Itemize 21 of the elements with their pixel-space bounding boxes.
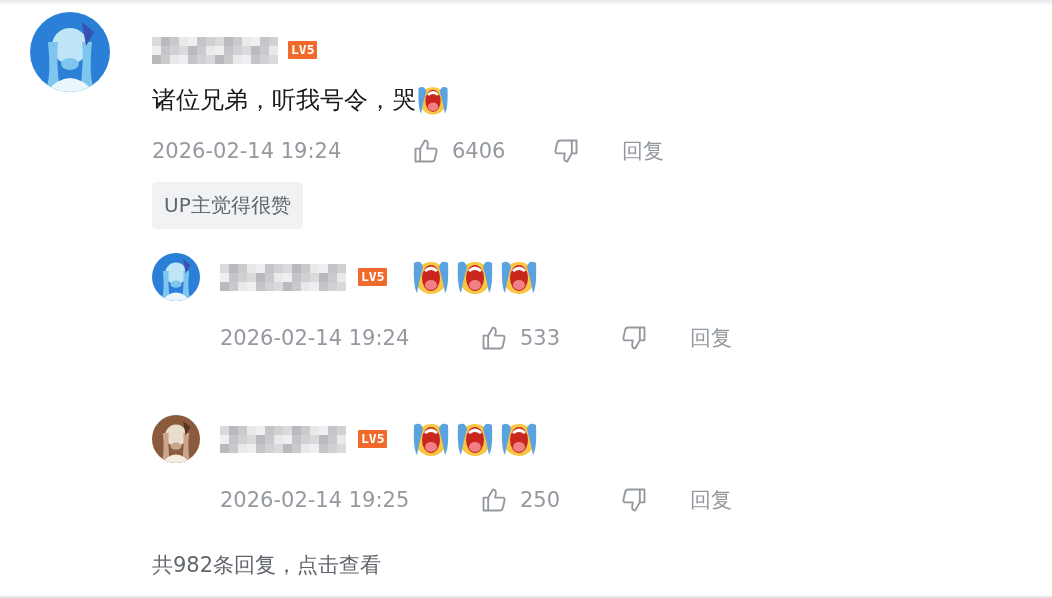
level-badge: LV5 — [358, 430, 388, 448]
thumbs-down-icon[interactable] — [620, 324, 648, 352]
view-replies-link[interactable]: 共982条回复，点击查看 — [152, 551, 382, 579]
reply-link[interactable]: 回复 — [690, 486, 732, 514]
thumbs-up-icon[interactable] — [412, 137, 440, 165]
like-count: 6406 — [452, 139, 506, 163]
timestamp: 2026-02-14 19:24 — [152, 139, 343, 163]
thumbs-up-icon[interactable] — [480, 324, 508, 352]
level-badge: LV5 — [288, 41, 318, 59]
timestamp: 2026-02-14 19:25 — [220, 488, 411, 512]
comment-text: 诸位兄弟，听我号令，哭 — [152, 85, 416, 116]
reply-link[interactable]: 回复 — [690, 324, 732, 352]
timestamp: 2026-02-14 19:24 — [220, 326, 411, 350]
reply-link[interactable]: 回复 — [622, 137, 664, 165]
level-badge: LV5 — [358, 268, 388, 286]
up-liked-tag: UP主觉得很赞 — [152, 182, 303, 229]
thumbs-down-icon[interactable] — [552, 137, 580, 165]
thumbs-down-icon[interactable] — [620, 486, 648, 514]
like-count: 533 — [520, 326, 561, 350]
like-count: 250 — [520, 488, 561, 512]
thumbs-up-icon[interactable] — [480, 486, 508, 514]
